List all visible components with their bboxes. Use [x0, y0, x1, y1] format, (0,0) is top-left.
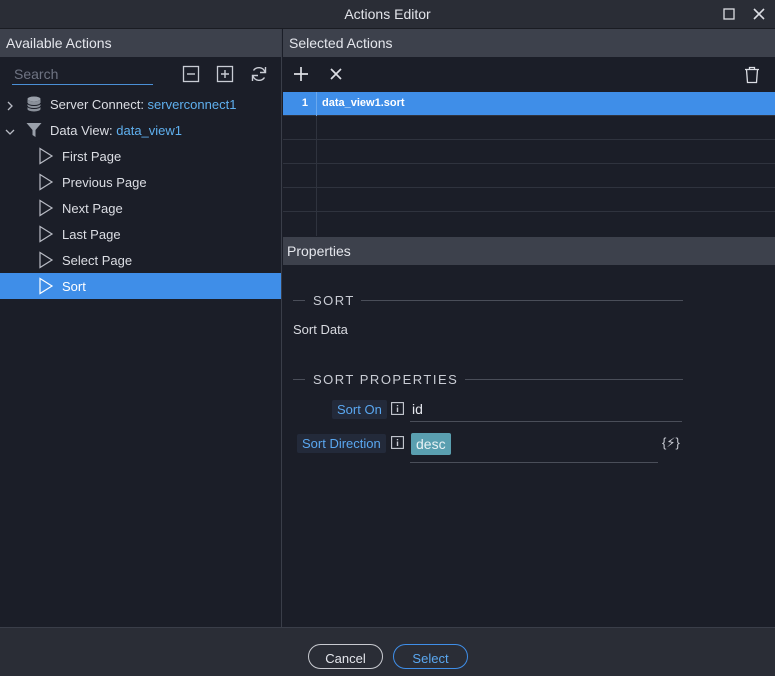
- sort-direction-tag[interactable]: desc: [411, 433, 451, 455]
- add-icon[interactable]: [293, 66, 309, 82]
- empty-row: [283, 164, 775, 188]
- tree-item-server-connect[interactable]: Server Connect: serverconnect1: [0, 91, 281, 117]
- properties-header: Properties: [283, 237, 775, 265]
- tree-item-data-view[interactable]: Data View: data_view1: [0, 117, 281, 143]
- refresh-icon[interactable]: [249, 64, 269, 84]
- row-number: 1: [283, 92, 317, 116]
- tree-item-label: Sort: [62, 279, 86, 294]
- dynamic-data-icon[interactable]: {⚡}: [662, 435, 684, 453]
- play-icon: [38, 225, 54, 243]
- actions-tree: Server Connect: serverconnect1 Data View…: [0, 91, 281, 299]
- tree-item-select-page[interactable]: Select Page: [0, 247, 281, 273]
- action-description: Sort Data: [293, 322, 348, 337]
- play-icon: [38, 173, 54, 191]
- chevron-down-icon[interactable]: [5, 125, 15, 135]
- filter-icon: [25, 121, 43, 139]
- empty-row: [283, 188, 775, 212]
- selected-actions-panel: Selected Actions 1 data_view1.sort Prope…: [283, 29, 775, 627]
- play-icon: [38, 147, 54, 165]
- dialog-footer: Cancel Select: [0, 627, 775, 676]
- tree-item-label: Next Page: [62, 201, 123, 216]
- selected-actions-list: 1 data_view1.sort: [283, 92, 775, 236]
- tree-item-next-page[interactable]: Next Page: [0, 195, 281, 221]
- play-icon: [38, 199, 54, 217]
- info-icon[interactable]: [391, 402, 404, 415]
- remove-icon[interactable]: [328, 66, 344, 82]
- available-actions-header: Available Actions: [0, 29, 281, 57]
- info-icon[interactable]: [391, 436, 404, 449]
- section-title-sort: SORT: [313, 293, 355, 308]
- section-divider: [293, 379, 305, 380]
- section-divider: [293, 300, 305, 301]
- close-icon[interactable]: [751, 6, 767, 22]
- tree-item-previous-page[interactable]: Previous Page: [0, 169, 281, 195]
- cancel-button[interactable]: Cancel: [308, 644, 383, 669]
- maximize-icon[interactable]: [721, 6, 737, 22]
- empty-row: [283, 140, 775, 164]
- sort-direction-input[interactable]: desc: [410, 431, 658, 463]
- play-icon: [38, 251, 54, 269]
- empty-row: [283, 116, 775, 140]
- action-name: data_view1.sort: [322, 97, 405, 109]
- tree-item-last-page[interactable]: Last Page: [0, 221, 281, 247]
- available-actions-toolbar: [0, 57, 281, 89]
- section-divider: [361, 300, 683, 301]
- chevron-right-icon[interactable]: [5, 99, 15, 111]
- sort-on-input[interactable]: id: [410, 400, 682, 422]
- tree-item-sort[interactable]: Sort: [0, 273, 281, 299]
- empty-row: [283, 212, 775, 236]
- search-input[interactable]: [12, 63, 153, 85]
- selected-actions-toolbar: [283, 57, 775, 91]
- collapse-all-icon[interactable]: [181, 64, 201, 84]
- expand-all-icon[interactable]: [215, 64, 235, 84]
- sort-on-value: id: [412, 401, 423, 417]
- tree-item-label: Data View: data_view1: [50, 123, 183, 138]
- tree-item-first-page[interactable]: First Page: [0, 143, 281, 169]
- select-button[interactable]: Select: [393, 644, 468, 669]
- tree-item-label: First Page: [62, 149, 122, 164]
- play-icon: [38, 277, 54, 295]
- available-actions-panel: Available Actions Server Connect: server…: [0, 29, 282, 627]
- tree-item-label: Last Page: [62, 227, 121, 242]
- selected-actions-header: Selected Actions: [283, 29, 775, 57]
- section-divider: [465, 379, 683, 380]
- tree-item-label: Select Page: [62, 253, 133, 268]
- list-item[interactable]: 1 data_view1.sort: [283, 92, 775, 116]
- tree-item-label: Previous Page: [62, 175, 147, 190]
- sort-on-label: Sort On: [332, 400, 387, 419]
- title-bar: Actions Editor: [0, 0, 775, 29]
- trash-icon[interactable]: [744, 66, 760, 84]
- sort-direction-label: Sort Direction: [297, 434, 386, 453]
- tree-item-label: Server Connect: serverconnect1: [50, 97, 237, 112]
- window-title: Actions Editor: [344, 6, 431, 22]
- section-title-sort-properties: SORT PROPERTIES: [313, 372, 459, 387]
- database-icon: [25, 95, 43, 113]
